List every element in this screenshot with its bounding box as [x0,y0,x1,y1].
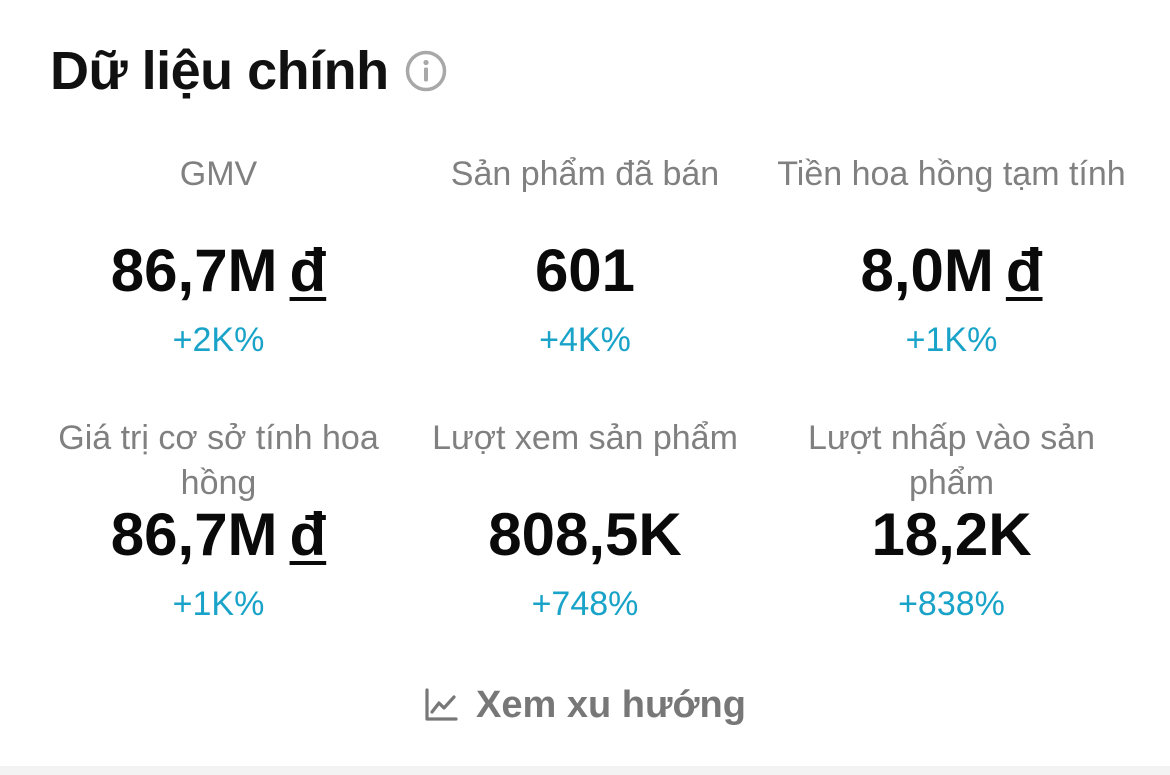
metric-value-number: 808,5K [488,501,682,568]
metric-change: +838% [898,585,1005,623]
metric-change: +4K% [539,321,631,359]
info-icon[interactable] [405,50,447,92]
metric-change: +2K% [172,321,265,359]
metric-value: 601 [535,236,635,306]
metric-value: 8,0M đ [860,236,1042,306]
metric-label: Sản phẩm đã bán [450,155,720,193]
metric-value-number: 8,0M [860,237,994,304]
metric-label: GMV [179,155,258,193]
metric-change: +1K% [905,321,998,359]
metric-gmv[interactable]: GMV 86,7M đ +2K% [35,150,402,414]
metric-label: Tiền hoa hồng tạm tính [777,155,1126,193]
metric-label: Lượt nhấp vào sản phẩm [807,419,1096,502]
metric-value-number: 18,2K [871,501,1032,568]
metric-value-number: 601 [534,237,636,304]
metric-estimated-commission[interactable]: Tiền hoa hồng tạm tính 8,0M đ +1K% [768,150,1135,414]
metric-label: Giá trị cơ sở tính hoa hồng [58,419,379,502]
currency-symbol: đ [289,501,327,568]
section-header: Dữ liệu chính [50,36,447,106]
metric-value-number: 86,7M [110,237,278,304]
currency-symbol: đ [289,237,327,304]
metric-product-views[interactable]: Lượt xem sản phẩm 808,5K +748% [402,414,768,658]
metric-change: +748% [531,585,639,623]
metric-label: Lượt xem sản phẩm [432,419,738,457]
metric-products-sold[interactable]: Sản phẩm đã bán 601 +4K% [402,150,768,414]
metric-value: 86,7M đ [111,236,326,306]
currency-symbol: đ [1005,237,1043,304]
metric-commission-base[interactable]: Giá trị cơ sở tính hoa hồng 86,7M đ +1K% [35,414,402,658]
bottom-divider [0,766,1170,775]
metric-product-clicks[interactable]: Lượt nhấp vào sản phẩm 18,2K +838% [768,414,1135,658]
metric-value-number: 86,7M [110,501,278,568]
section-title: Dữ liệu chính [50,41,389,101]
view-trend-button[interactable]: Xem xu hướng [0,680,1170,730]
metric-value: 86,7M đ [111,500,326,570]
view-trend-label: Xem xu hướng [476,683,746,726]
line-chart-icon [424,688,458,722]
metric-value: 18,2K [871,500,1031,570]
metrics-grid: GMV 86,7M đ +2K% Sản phẩm đã bán 601 +4K%… [35,150,1135,658]
metric-change: +1K% [172,585,265,623]
metric-value: 808,5K [488,500,681,570]
